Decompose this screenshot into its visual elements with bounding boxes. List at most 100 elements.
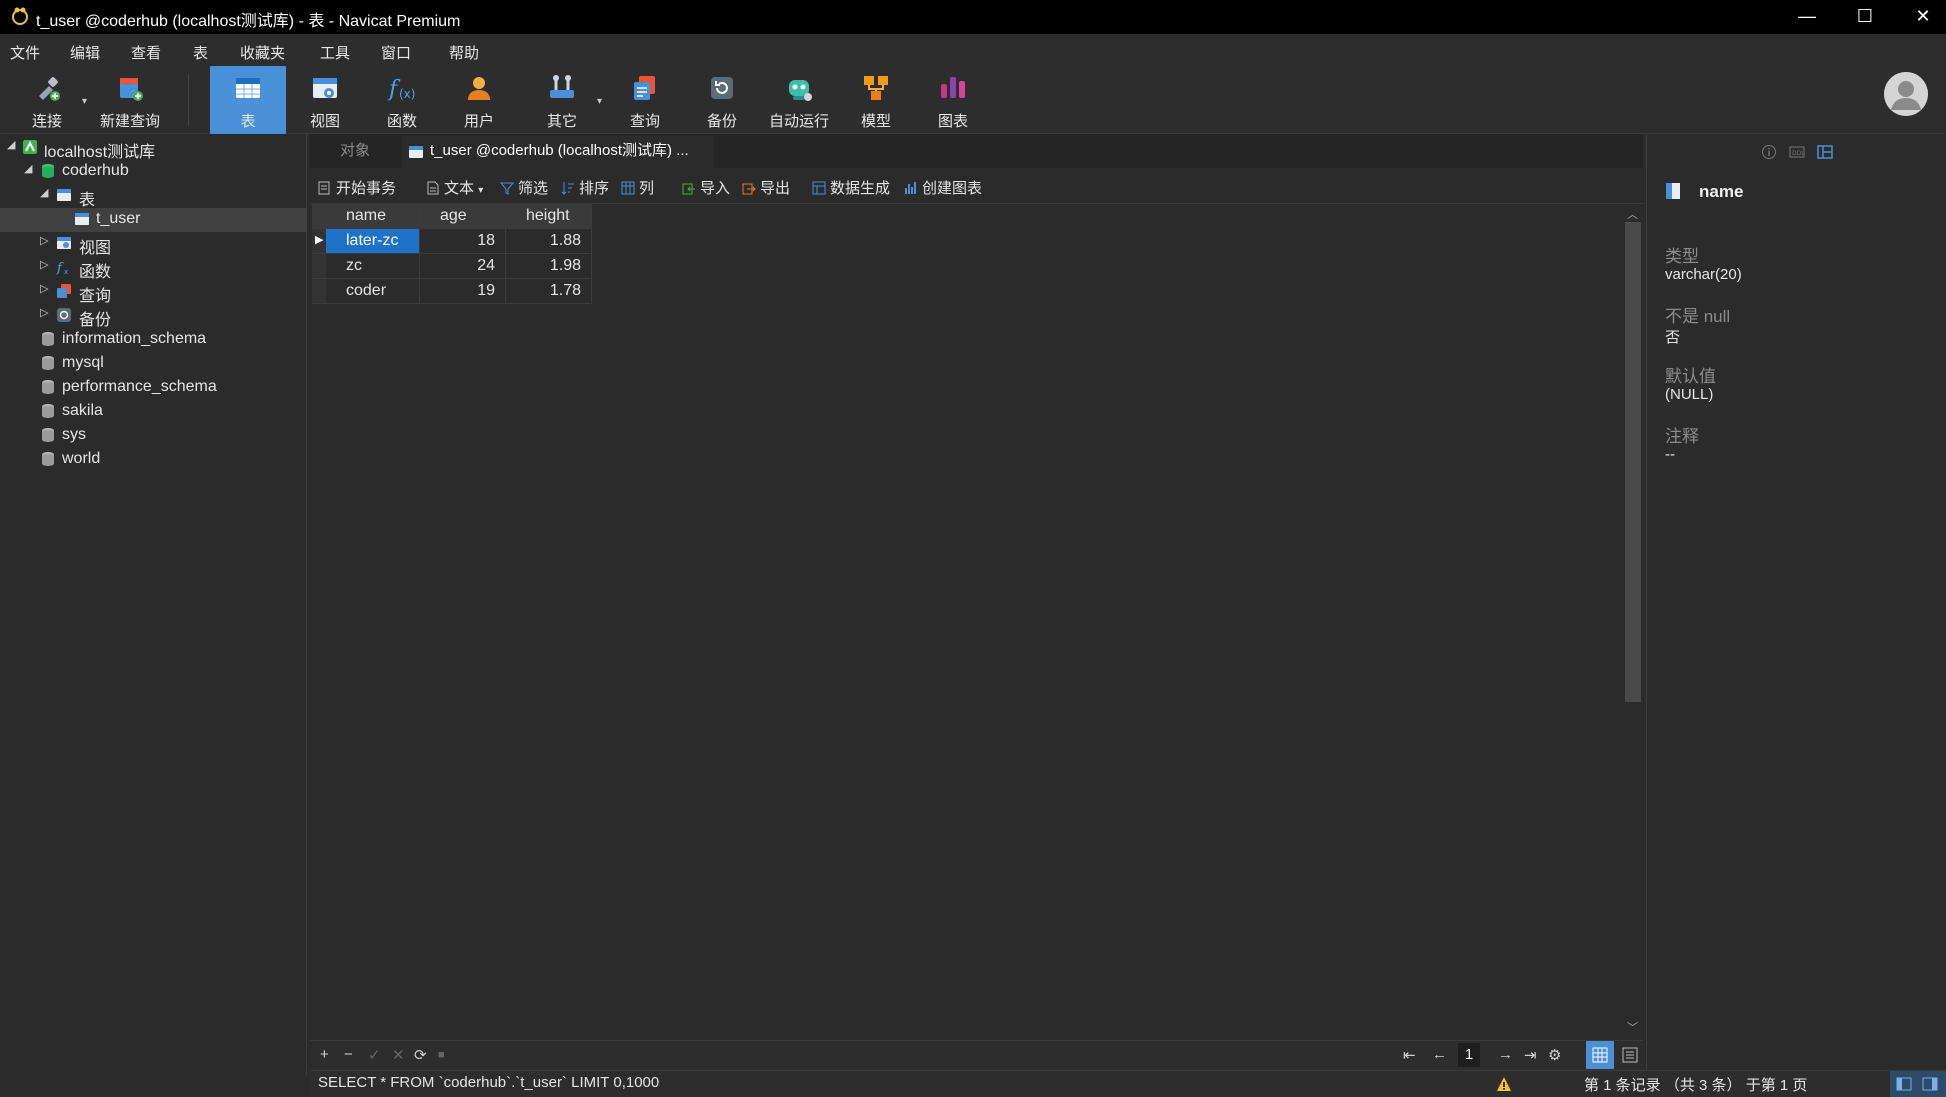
import-button[interactable]: 导入 — [682, 177, 730, 198]
toggle-navigator-icon[interactable] — [1896, 1076, 1912, 1092]
menu-help[interactable]: 帮助 — [449, 42, 479, 63]
expand-icon[interactable]: ▷ — [40, 306, 48, 319]
grid-view-button[interactable] — [1586, 1041, 1614, 1069]
tree-queries-folder[interactable]: ▷ 查询 — [0, 280, 307, 305]
toggle-info-pane-icon[interactable] — [1922, 1076, 1938, 1092]
tab-objects[interactable]: 对象 — [310, 136, 400, 168]
collapse-icon[interactable]: ◢ — [7, 138, 15, 151]
table-cell[interactable]: later-zc — [326, 229, 420, 254]
table-icon — [409, 146, 423, 158]
tree-database[interactable]: performance_schema — [0, 376, 307, 400]
delete-record-button[interactable]: − — [344, 1046, 353, 1063]
chart-button[interactable]: 图表 — [915, 66, 991, 134]
scrollbar-thumb[interactable] — [1625, 222, 1641, 702]
view-button[interactable]: 视图 — [287, 66, 363, 134]
user-button[interactable]: 用户 — [441, 66, 517, 134]
info-icon[interactable] — [1761, 144, 1777, 160]
row-selector[interactable] — [312, 254, 326, 279]
apply-changes-button[interactable]: ✓ — [368, 1046, 381, 1064]
warning-icon[interactable] — [1496, 1076, 1512, 1092]
other-button[interactable]: 其它 — [524, 66, 600, 134]
stop-button[interactable]: ■ — [438, 1049, 445, 1061]
menu-window[interactable]: 窗口 — [381, 42, 411, 63]
menu-view[interactable]: 查看 — [131, 42, 161, 63]
function-button[interactable]: f (x) 函数 — [364, 66, 440, 134]
discard-changes-button[interactable]: ✕ — [392, 1046, 405, 1064]
tree-views-folder[interactable]: ▷ 视图 — [0, 232, 307, 257]
tree-connection[interactable]: ◢ localhost测试库 — [0, 136, 307, 161]
last-page-button[interactable]: ⇥ — [1524, 1046, 1537, 1064]
tab-t-user[interactable]: t_user @coderhub (localhost测试库) ... — [402, 136, 714, 168]
sort-button[interactable]: 排序 — [561, 177, 609, 198]
filter-button[interactable]: 筛选 — [500, 177, 548, 198]
table-cell[interactable]: 1.98 — [506, 254, 592, 279]
column-header[interactable]: name — [326, 204, 420, 229]
tree-database[interactable]: sys — [0, 424, 307, 448]
row-selector[interactable] — [312, 279, 326, 304]
view-label: 视图 — [309, 113, 340, 130]
previous-page-button[interactable]: ← — [1432, 1046, 1447, 1063]
columns-button[interactable]: 列 — [621, 177, 654, 198]
data-generation-button[interactable]: 数据生成 — [812, 177, 890, 198]
column-header[interactable]: height — [506, 204, 592, 229]
menu-file[interactable]: 文件 — [10, 42, 40, 63]
minimize-button[interactable]: — — [1778, 0, 1836, 34]
close-button[interactable]: ✕ — [1894, 0, 1946, 34]
menu-favorites[interactable]: 收藏夹 — [240, 42, 285, 63]
tree-database[interactable]: world — [0, 448, 307, 472]
text-view-button[interactable]: 文本 ▾ — [426, 177, 483, 198]
ddl-icon[interactable]: DDL — [1789, 144, 1805, 160]
tree-backups-folder[interactable]: ▷ 备份 — [0, 304, 307, 329]
row-selector[interactable]: ▶ — [312, 229, 326, 254]
tree-database-coderhub[interactable]: ◢ coderhub — [0, 160, 307, 184]
scroll-up-icon[interactable]: ︿ — [1627, 206, 1638, 222]
table-cell[interactable]: 1.88 — [506, 229, 592, 254]
menu-tools[interactable]: 工具 — [320, 42, 350, 63]
connect-button[interactable]: 连接 — [9, 66, 85, 134]
create-chart-button[interactable]: 创建图表 — [904, 177, 982, 198]
status-record-info: 第 1 条记录 （共 3 条） 于第 1 页 — [1584, 1077, 1808, 1094]
new-query-button[interactable]: 新建查询 — [92, 66, 168, 134]
table-button[interactable]: 表 — [210, 66, 286, 134]
backups-folder-icon — [57, 308, 71, 322]
connect-dropdown-icon[interactable]: ▾ — [82, 96, 87, 107]
tree-database[interactable]: mysql — [0, 352, 307, 376]
menu-table[interactable]: 表 — [193, 42, 208, 63]
tree-database[interactable]: sakila — [0, 400, 307, 424]
other-dropdown-icon[interactable]: ▾ — [597, 96, 602, 107]
backup-button[interactable]: 备份 — [684, 66, 760, 134]
tree-functions-folder[interactable]: ▷ fx 函数 — [0, 256, 307, 281]
automation-button[interactable]: 自动运行 — [761, 66, 837, 134]
tree-database[interactable]: information_schema — [0, 328, 307, 352]
preview-layout-icon[interactable] — [1817, 144, 1833, 160]
maximize-button[interactable]: ☐ — [1836, 0, 1894, 34]
tree-table-t-user[interactable]: t_user — [0, 208, 307, 232]
table-cell[interactable]: coder — [326, 279, 420, 304]
column-header[interactable]: age — [420, 204, 506, 229]
add-record-button[interactable]: + — [320, 1046, 329, 1063]
next-page-button[interactable]: → — [1498, 1046, 1513, 1063]
table-cell[interactable]: 24 — [420, 254, 506, 279]
menu-edit[interactable]: 编辑 — [70, 42, 100, 63]
expand-icon[interactable]: ▷ — [40, 282, 48, 295]
export-button[interactable]: 导出 — [742, 177, 790, 198]
paging-settings-button[interactable]: ⚙ — [1548, 1046, 1561, 1064]
table-cell[interactable]: 18 — [420, 229, 506, 254]
model-button[interactable]: 模型 — [838, 66, 914, 134]
collapse-icon[interactable]: ◢ — [24, 162, 32, 175]
scroll-down-icon[interactable]: ﹀ — [1627, 1019, 1638, 1035]
table-cell[interactable]: 19 — [420, 279, 506, 304]
tree-tables-folder[interactable]: ◢ 表 — [0, 184, 307, 209]
table-cell[interactable]: 1.78 — [506, 279, 592, 304]
table-cell[interactable]: zc — [326, 254, 420, 279]
begin-transaction-button[interactable]: 开始事务 — [318, 177, 396, 198]
form-view-button[interactable] — [1616, 1041, 1644, 1069]
page-number-input[interactable]: 1 — [1458, 1043, 1480, 1067]
refresh-button[interactable]: ⟳ — [414, 1046, 427, 1064]
query-button[interactable]: 查询 — [607, 66, 683, 134]
account-avatar-icon[interactable] — [1884, 72, 1928, 116]
first-page-button[interactable]: ⇤ — [1403, 1046, 1416, 1064]
collapse-icon[interactable]: ◢ — [40, 186, 48, 199]
expand-icon[interactable]: ▷ — [40, 234, 48, 247]
expand-icon[interactable]: ▷ — [40, 258, 48, 271]
